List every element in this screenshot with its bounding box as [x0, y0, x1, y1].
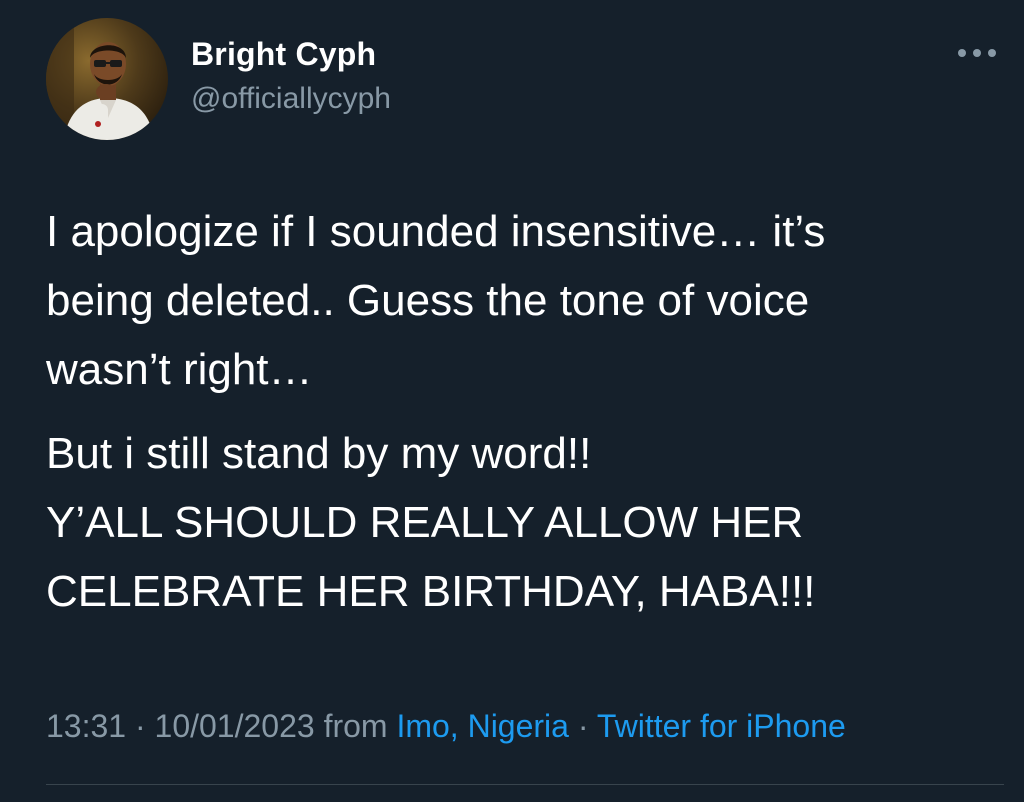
tweet-line: But i still stand by my word!!: [46, 429, 592, 478]
tweet-line: I apologize if I sounded insensitive… it…: [46, 207, 826, 256]
more-options-button[interactable]: [950, 38, 1004, 68]
tweet-paragraph: But i still stand by my word!! Y’ALL SHO…: [46, 419, 1006, 626]
tweet-meta: 13:31 · 10/01/2023 from Imo, Nigeria · T…: [46, 708, 846, 745]
divider: [46, 784, 1004, 785]
tweet-line: Y’ALL SHOULD REALLY ALLOW HER: [46, 498, 804, 547]
from-label: from: [323, 708, 388, 744]
tweet-line: being deleted.. Guess the tone of voice: [46, 276, 810, 325]
source-link[interactable]: Twitter for iPhone: [597, 708, 846, 744]
tweet-time[interactable]: 13:31: [46, 708, 126, 744]
author-handle[interactable]: @officiallycyph: [191, 82, 391, 116]
tweet-line: CELEBRATE HER BIRTHDAY, HABA!!!: [46, 567, 816, 616]
tweet-line: wasn’t right…: [46, 345, 313, 394]
location-link[interactable]: Imo, Nigeria: [396, 708, 569, 744]
meta-separator: ·: [577, 708, 589, 744]
user-avatar-photo: [46, 18, 168, 140]
tweet-text: I apologize if I sounded insensitive… it…: [46, 197, 1006, 626]
tweet-paragraph: I apologize if I sounded insensitive… it…: [46, 197, 1006, 404]
meta-separator: ·: [134, 708, 146, 744]
tweet-date[interactable]: 10/01/2023: [155, 708, 315, 744]
tweet: Bright Cyph @officiallycyph I apologize …: [0, 0, 1024, 802]
author-name[interactable]: Bright Cyph: [191, 36, 376, 73]
avatar[interactable]: [46, 18, 168, 140]
more-options-icon: [958, 49, 996, 57]
